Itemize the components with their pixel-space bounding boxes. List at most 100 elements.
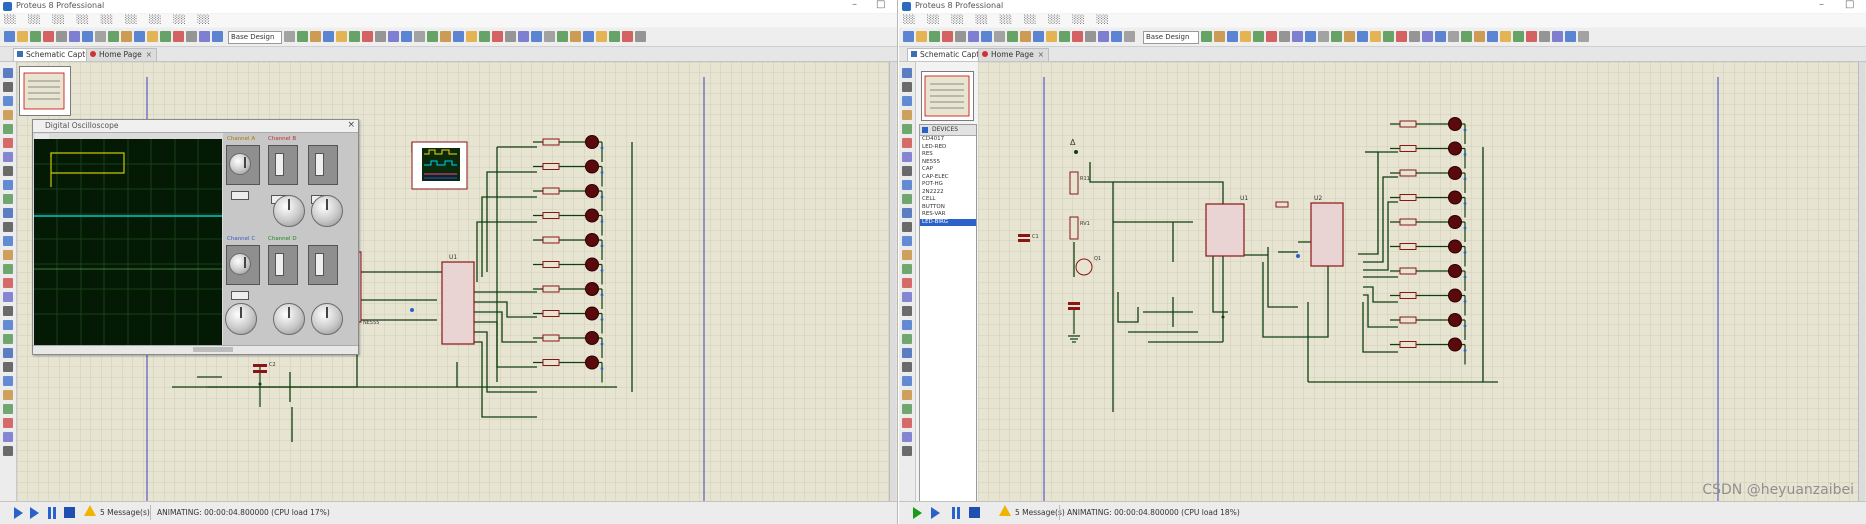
tool-button[interactable] (902, 320, 912, 330)
device-list-item[interactable]: LED-BIRG (920, 218, 976, 226)
toolbar-button[interactable] (375, 31, 386, 42)
tool-button[interactable] (902, 278, 912, 288)
oscilloscope-scrollbar[interactable] (33, 345, 358, 354)
toolbar-button[interactable] (903, 31, 914, 42)
oscilloscope-window[interactable]: Digital Oscilloscope × Channel A Channel… (32, 119, 359, 355)
toolbar-button[interactable] (310, 31, 321, 42)
toolbar-button[interactable] (942, 31, 953, 42)
menu-item[interactable]: ░░ (927, 15, 939, 24)
toolbar-button[interactable] (466, 31, 477, 42)
led[interactable] (1448, 190, 1462, 205)
toolbar-button[interactable] (336, 31, 347, 42)
pause-button[interactable] (47, 507, 58, 519)
toolbar-button[interactable] (1513, 31, 1524, 42)
toolbar-button[interactable] (17, 31, 28, 42)
tool-button[interactable] (3, 222, 13, 232)
pick-icon[interactable] (922, 127, 928, 133)
tool-button[interactable] (3, 110, 13, 120)
menu-item[interactable]: ░░ (976, 15, 988, 24)
toolbar-button[interactable] (453, 31, 464, 42)
toolbar-button[interactable] (362, 31, 373, 42)
resistor[interactable] (1399, 218, 1417, 226)
toolbar-button[interactable] (1461, 31, 1472, 42)
minimize-icon[interactable]: – (852, 0, 857, 10)
tool-button[interactable] (3, 138, 13, 148)
ic-4017[interactable] (441, 261, 475, 345)
pause-button[interactable] (951, 507, 962, 519)
led[interactable] (585, 233, 599, 247)
toolbar-button[interactable] (916, 31, 927, 42)
tool-button[interactable] (3, 250, 13, 260)
toolbar-button[interactable] (596, 31, 607, 42)
tool-button[interactable] (3, 278, 13, 288)
warning-icon[interactable] (84, 505, 96, 516)
toolbar-button[interactable] (955, 31, 966, 42)
tool-button[interactable] (902, 152, 912, 162)
toolbar-button[interactable] (69, 31, 80, 42)
close-icon[interactable]: × (347, 119, 355, 131)
toolbar-button[interactable] (440, 31, 451, 42)
tool-button[interactable] (902, 432, 912, 442)
position-slider[interactable] (315, 253, 324, 276)
close-icon[interactable]: × (146, 50, 152, 59)
toolbar-button[interactable] (1046, 31, 1057, 42)
toolbar-button[interactable] (95, 31, 106, 42)
tool-button[interactable] (3, 82, 13, 92)
toolbar-button[interactable] (1240, 31, 1251, 42)
resistor[interactable] (1399, 316, 1417, 324)
resistor[interactable] (542, 163, 560, 170)
position-slider[interactable] (315, 153, 324, 176)
device-list-item[interactable]: CELL (920, 196, 976, 204)
tool-button[interactable] (902, 250, 912, 260)
tool-button[interactable] (3, 306, 13, 316)
menu-item[interactable]: ░░ (903, 15, 915, 24)
design-dropdown[interactable]: Base Design (1143, 31, 1199, 44)
toolbar-button[interactable] (479, 31, 490, 42)
position-slider[interactable] (275, 253, 284, 276)
toolbar-button[interactable] (30, 31, 41, 42)
toolbar-button[interactable] (1020, 31, 1031, 42)
toolbar-button[interactable] (1214, 31, 1225, 42)
toolbar-button[interactable] (1305, 31, 1316, 42)
resistor[interactable] (542, 212, 560, 219)
led[interactable] (585, 355, 599, 370)
vertical-scrollbar[interactable] (1858, 62, 1865, 502)
toolbar-button[interactable] (1331, 31, 1342, 42)
toolbar-button[interactable] (173, 31, 184, 42)
resistor[interactable] (1399, 292, 1417, 299)
device-list-item[interactable]: RES (920, 151, 976, 159)
resistor[interactable] (542, 359, 560, 366)
tool-button[interactable] (3, 208, 13, 218)
toolbar-button[interactable] (297, 31, 308, 42)
toolbar-button[interactable] (284, 31, 295, 42)
toolbar-button[interactable] (1578, 31, 1589, 42)
led[interactable] (585, 257, 599, 272)
tool-button[interactable] (902, 404, 912, 414)
tool-button[interactable] (3, 166, 13, 176)
tool-button[interactable] (902, 376, 912, 386)
tool-button[interactable] (902, 82, 912, 92)
led[interactable] (1448, 239, 1462, 254)
toolbar-button[interactable] (108, 31, 119, 42)
tool-button[interactable] (3, 124, 13, 134)
message-count[interactable]: 5 Message(s) (1015, 508, 1065, 517)
toolbar-button[interactable] (1422, 31, 1433, 42)
resistor[interactable] (542, 285, 560, 293)
toolbar-button[interactable] (4, 31, 15, 42)
volts-div-knob-d[interactable] (311, 303, 343, 335)
device-list-item[interactable]: NE555 (920, 159, 976, 167)
tool-button[interactable] (3, 292, 13, 302)
device-list-item[interactable]: 2N2222 (920, 189, 976, 197)
tool-button[interactable] (3, 264, 13, 274)
tool-button[interactable] (3, 376, 13, 386)
toolbar-button[interactable] (583, 31, 594, 42)
menu-item[interactable]: ░░ (1000, 15, 1012, 24)
toolbar-button[interactable] (1318, 31, 1329, 42)
led[interactable] (1448, 117, 1462, 131)
tool-button[interactable] (902, 68, 912, 78)
tool-button[interactable] (902, 446, 912, 456)
tool-button[interactable] (3, 348, 13, 358)
led[interactable] (1448, 313, 1462, 327)
volts-div-knob-a[interactable] (273, 195, 305, 227)
toolbar-button[interactable] (1253, 31, 1264, 42)
